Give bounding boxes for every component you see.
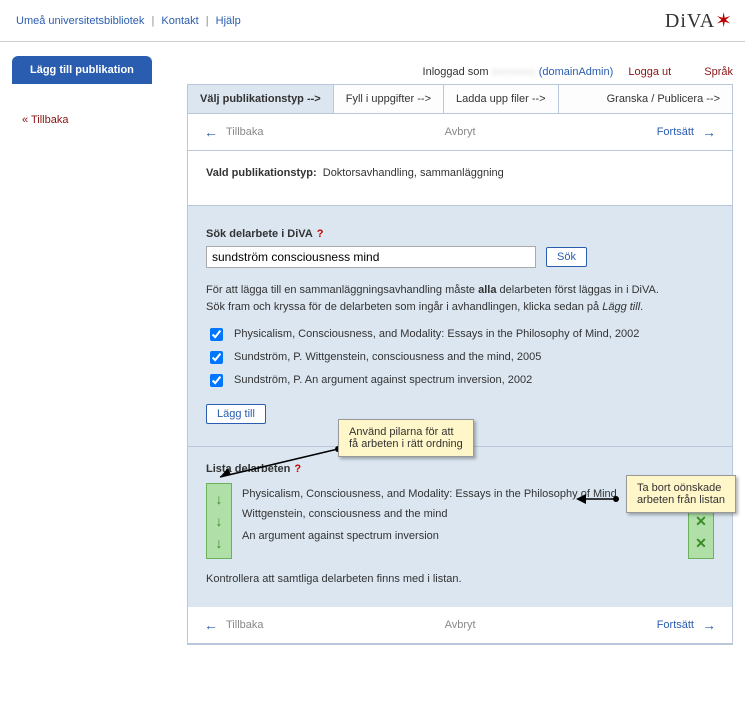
arrow-right-icon: →	[702, 124, 716, 140]
main-tab-add-publication[interactable]: Lägg till publikation	[12, 56, 152, 84]
result-title: Physicalism, Consciousness, and Modality…	[234, 327, 639, 342]
nav-forward-bottom[interactable]: Fortsätt →	[657, 617, 716, 633]
move-down-icon[interactable]: ↓	[216, 532, 223, 554]
language-link[interactable]: Språk	[704, 66, 733, 78]
arrow-left-icon: ←	[204, 617, 218, 633]
step-tabs: Välj publikationstyp --> Fyll i uppgifte…	[188, 85, 732, 114]
delete-icon[interactable]: ✕	[695, 510, 707, 532]
search-input[interactable]	[206, 246, 536, 268]
instructions: För att lägga till en sammanläggningsavh…	[206, 282, 714, 315]
username: xxxxxxxx	[492, 66, 536, 78]
move-down-icon[interactable]: ↓	[216, 510, 223, 532]
result-checkbox[interactable]	[210, 374, 223, 387]
delete-icon[interactable]: ✕	[695, 532, 707, 554]
search-label: Sök delarbete i DiVA?	[206, 228, 714, 240]
nav-forward[interactable]: Fortsätt →	[657, 124, 716, 140]
search-button[interactable]: Sök	[546, 247, 587, 267]
list-item: An argument against spectrum inversion	[242, 525, 638, 547]
result-title: Sundström, P. An argument against spectr…	[234, 373, 532, 388]
search-result: Physicalism, Consciousness, and Modality…	[206, 327, 714, 344]
reorder-column: ↓ ↓ ↓	[206, 483, 232, 559]
nav-back-bottom[interactable]: ← Tillbaka	[204, 617, 264, 633]
result-checkbox[interactable]	[210, 351, 223, 364]
search-result: Sundström, P. An argument against spectr…	[206, 373, 714, 390]
result-checkbox[interactable]	[210, 328, 223, 341]
library-link[interactable]: Umeå universitetsbibliotek	[16, 15, 144, 27]
logout-link[interactable]: Logga ut	[628, 66, 671, 78]
callout-remove: Ta bort oönskadearbeten från listan	[626, 475, 736, 513]
login-status: Inloggad som xxxxxxxx (domainAdmin) Logg…	[152, 66, 733, 84]
nav-cancel[interactable]: Avbryt	[264, 126, 657, 138]
step-upload-files[interactable]: Ladda upp filer -->	[444, 85, 559, 113]
step-review-publish[interactable]: Granska / Publicera -->	[595, 85, 732, 113]
help-icon[interactable]: ?	[317, 228, 324, 240]
logo: DiVA✶	[665, 8, 733, 33]
result-title: Sundström, P. Wittgenstein, consciousnes…	[234, 350, 541, 365]
help-link[interactable]: Hjälp	[216, 15, 241, 27]
user-role: (domainAdmin)	[539, 66, 614, 78]
step-choose-type[interactable]: Välj publikationstyp -->	[188, 85, 334, 113]
contact-link[interactable]: Kontakt	[161, 15, 198, 27]
check-note: Kontrollera att samtliga delarbeten finn…	[206, 573, 714, 585]
arrow-right-icon: →	[702, 617, 716, 633]
topbar-links: Umeå universitetsbibliotek | Kontakt | H…	[12, 15, 245, 27]
move-down-icon[interactable]: ↓	[216, 488, 223, 510]
nav-back[interactable]: ← Tillbaka	[204, 124, 264, 140]
selected-pubtype: Vald publikationstyp: Doktorsavhandling,…	[206, 167, 714, 179]
step-fill-details[interactable]: Fyll i uppgifter -->	[334, 85, 444, 113]
callout-reorder: Använd pilarna för attfå arbeten i rätt …	[338, 419, 474, 457]
arrow-left-icon: ←	[204, 124, 218, 140]
sidebar-back-link[interactable]: « Tillbaka	[22, 114, 68, 126]
search-result: Sundström, P. Wittgenstein, consciousnes…	[206, 350, 714, 367]
nav-cancel-bottom[interactable]: Avbryt	[264, 619, 657, 631]
add-button[interactable]: Lägg till	[206, 404, 266, 424]
